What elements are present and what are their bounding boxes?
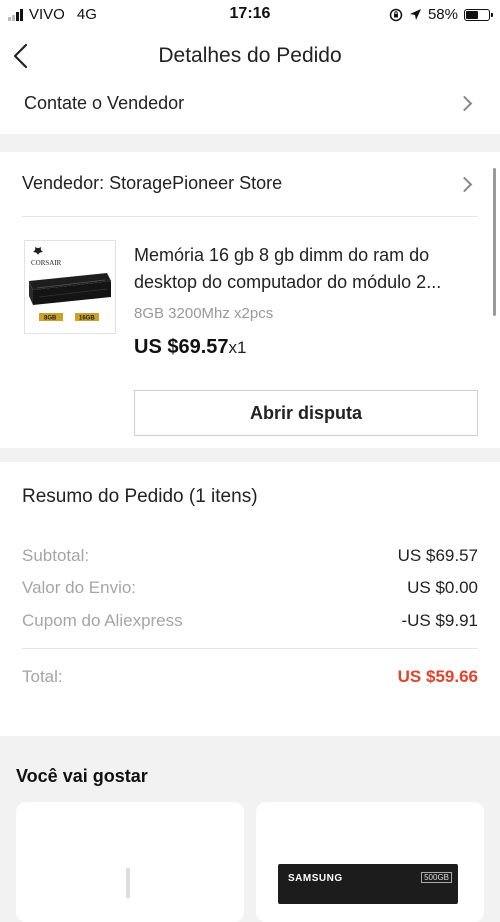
product-title-line-1: Memória 16 gb 8 gb dimm do ram do bbox=[134, 245, 430, 265]
status-right: 58% bbox=[389, 6, 493, 23]
divider bbox=[22, 648, 478, 649]
product-image bbox=[126, 868, 130, 898]
product-price-line: US $69.57x1 bbox=[134, 336, 246, 359]
open-dispute-button[interactable]: Abrir disputa bbox=[134, 390, 478, 436]
coupon-label: Cupom do Aliexpress bbox=[22, 611, 183, 630]
scrollbar[interactable] bbox=[493, 168, 496, 316]
product-price: US $69.57 bbox=[134, 336, 229, 358]
subtotal-value: US $69.57 bbox=[397, 546, 478, 565]
subtotal-label: Subtotal: bbox=[22, 546, 90, 565]
product-title[interactable]: Memória 16 gb 8 gb dimm do ram do deskto… bbox=[134, 242, 479, 296]
contact-seller-label: Contate o Vendedor bbox=[24, 93, 185, 113]
divider bbox=[22, 216, 478, 217]
page-title: Detalhes do Pedido bbox=[158, 44, 342, 67]
battery-percent: 58% bbox=[427, 6, 458, 23]
product-title-line-2: desktop do computador do módulo 2... bbox=[134, 272, 442, 292]
recommendations-title: Você vai gostar bbox=[16, 766, 148, 786]
order-summary-card: Resumo do Pedido (1 itens) Subtotal: US … bbox=[0, 462, 500, 736]
thumb-tag-8gb: 8GB bbox=[44, 316, 57, 322]
seller-row[interactable]: Vendedor: StoragePioneer Store bbox=[0, 152, 500, 216]
ssd-capacity: 500GB bbox=[421, 872, 452, 883]
product-quantity: x1 bbox=[228, 338, 247, 357]
seller-name: Vendedor: StoragePioneer Store bbox=[22, 173, 283, 193]
total-label: Total: bbox=[22, 667, 63, 686]
total-value: US $59.66 bbox=[397, 667, 478, 686]
seller-card: Vendedor: StoragePioneer Store CORSAIR 8… bbox=[0, 152, 500, 448]
recommendations-section: Você vai gostar SAMSUNG 500GB bbox=[0, 736, 500, 922]
location-arrow-icon bbox=[409, 9, 421, 20]
product-variant: 8GB 3200Mhz x2pcs bbox=[134, 305, 274, 322]
rotation-lock-icon bbox=[389, 8, 403, 21]
thumb-brand: CORSAIR bbox=[31, 259, 62, 267]
shipping-label: Valor do Envio: bbox=[22, 578, 137, 597]
battery-fill bbox=[466, 10, 479, 19]
coupon-value: -US $9.91 bbox=[401, 611, 478, 630]
contact-seller-row[interactable]: Contate o Vendedor bbox=[0, 82, 500, 134]
nav-bar: Detalhes do Pedido bbox=[0, 30, 500, 82]
battery-icon bbox=[464, 8, 493, 21]
ssd-brand: SAMSUNG bbox=[288, 873, 343, 884]
thumb-tag-16gb: 16GB bbox=[79, 316, 95, 322]
status-bar: VIVO 4G 17:16 58% bbox=[0, 0, 500, 30]
ssd-image: SAMSUNG 500GB bbox=[278, 864, 458, 904]
product-image[interactable]: CORSAIR 8GB 16GB bbox=[24, 240, 116, 334]
recommendation-card[interactable] bbox=[16, 802, 244, 922]
shipping-value: US $0.00 bbox=[407, 578, 478, 597]
order-summary-title: Resumo do Pedido (1 itens) bbox=[22, 486, 258, 507]
ram-module-image: CORSAIR 8GB 16GB bbox=[29, 247, 111, 322]
recommendation-card[interactable]: SAMSUNG 500GB bbox=[256, 802, 484, 922]
